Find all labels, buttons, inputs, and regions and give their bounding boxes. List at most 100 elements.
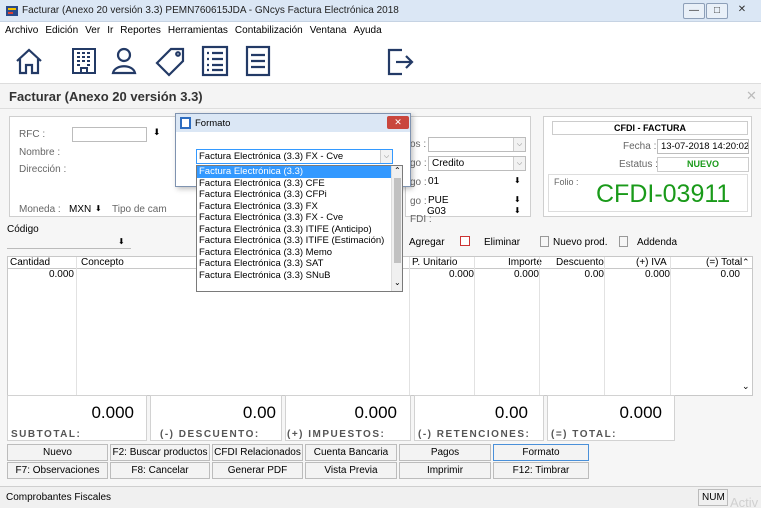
scroll-thumb[interactable]: [394, 178, 401, 263]
descuento-value: 0.00: [242, 403, 276, 422]
dialog-icon: [180, 117, 191, 129]
col-iva[interactable]: (+) IVA: [636, 257, 667, 268]
forma-pago-value[interactable]: 01: [428, 176, 439, 187]
pagos-button[interactable]: Pagos: [399, 444, 491, 461]
list-item[interactable]: Factura Electrónica (3.3): [197, 166, 402, 178]
cuenta-bancaria-button[interactable]: Cuenta Bancaria: [305, 444, 397, 461]
payment-row1-label: os :: [410, 139, 427, 150]
user-icon[interactable]: [106, 43, 142, 79]
list-item[interactable]: Factura Electrónica (3.3) FX - Cve: [197, 212, 402, 224]
moneda-value[interactable]: MXN: [69, 204, 91, 215]
minimize-button[interactable]: —: [683, 3, 705, 19]
close-window-button[interactable]: ✕: [729, 3, 755, 19]
subtotal-value: 0.000: [91, 403, 134, 422]
list-item[interactable]: Factura Electrónica (3.3) ITIFE (Estimac…: [197, 235, 402, 247]
payment-panel: os : ⌵ go : Credito ⌵ go : 01 ⬇ go : PUE …: [405, 116, 531, 225]
maximize-button[interactable]: □: [706, 3, 728, 19]
impuestos-value: 0.000: [354, 403, 397, 422]
codigo-input[interactable]: [7, 235, 131, 249]
menu-ir[interactable]: Ir: [107, 22, 113, 39]
home-icon[interactable]: [11, 43, 47, 79]
addenda-button[interactable]: Addenda: [637, 237, 677, 248]
eliminar-icon[interactable]: [460, 236, 470, 246]
tag-icon[interactable]: [153, 43, 189, 79]
vista-previa-button[interactable]: Vista Previa: [305, 462, 397, 479]
nuevo-button[interactable]: Nuevo: [7, 444, 108, 461]
uso-cfdi-dropdown-icon[interactable]: ⬇: [514, 206, 521, 215]
rfc-input[interactable]: [72, 127, 147, 142]
col-importe[interactable]: Importe: [508, 257, 542, 268]
menu-edicion[interactable]: Edición: [45, 22, 78, 39]
menu-reportes[interactable]: Reportes: [120, 22, 161, 39]
list-icon[interactable]: [197, 43, 233, 79]
metodo-select[interactable]: Credito ⌵: [428, 156, 526, 171]
building-icon[interactable]: [66, 43, 102, 79]
formato-selected-value: Factura Electrónica (3.3) FX - Cve: [199, 151, 344, 162]
menu-ayuda[interactable]: Ayuda: [353, 22, 381, 39]
subtotal-box: 0.000 SUBTOTAL:: [7, 395, 147, 441]
close-panel-icon[interactable]: ✕: [746, 88, 757, 104]
dialog-close-button[interactable]: ✕: [387, 116, 409, 129]
forma-pago-dropdown-icon[interactable]: ⬇: [514, 176, 521, 185]
nuevo-prod-button[interactable]: Nuevo prod.: [553, 237, 607, 248]
moneda-label: Moneda :: [19, 204, 61, 215]
menu-herramientas[interactable]: Herramientas: [168, 22, 228, 39]
scroll-up-icon[interactable]: ⌃: [394, 166, 401, 175]
generar-pdf-button[interactable]: Generar PDF: [212, 462, 303, 479]
col-descuento[interactable]: Descuento: [556, 257, 604, 268]
menu-ver[interactable]: Ver: [85, 22, 100, 39]
menu-ventana[interactable]: Ventana: [310, 22, 347, 39]
uso-cfdi-value[interactable]: G03: [427, 206, 446, 217]
direccion-label: Dirección :: [19, 164, 67, 175]
list-item[interactable]: Factura Electrónica (3.3) SNuB: [197, 270, 402, 282]
eliminar-button[interactable]: Eliminar: [484, 237, 520, 248]
list-item[interactable]: Factura Electrónica (3.3) Memo: [197, 247, 402, 259]
timbrar-button[interactable]: F12: Timbrar: [493, 462, 589, 479]
grid-scroll-down-icon[interactable]: ⌄: [742, 381, 750, 392]
formato-button[interactable]: Formato: [493, 444, 589, 461]
metodo-pago-dropdown-icon[interactable]: ⬇: [514, 195, 521, 204]
dropdown-scrollbar[interactable]: ⌃ ⌄: [391, 166, 402, 291]
menu-archivo[interactable]: Archivo: [5, 22, 38, 39]
chevron-down-icon[interactable]: ⌵: [380, 150, 392, 163]
payment-row4-label: go :: [410, 196, 427, 207]
payment-row1-select[interactable]: ⌵: [428, 137, 526, 152]
list-item[interactable]: Factura Electrónica (3.3) CFPi: [197, 189, 402, 201]
formato-select[interactable]: Factura Electrónica (3.3) FX - Cve ⌵: [196, 149, 393, 164]
imprimir-button[interactable]: Imprimir: [399, 462, 491, 479]
nuevo-prod-icon[interactable]: [540, 236, 549, 247]
buscar-productos-button[interactable]: F2: Buscar productos: [110, 444, 210, 461]
col-cantidad[interactable]: Cantidad: [10, 257, 50, 268]
scroll-down-icon[interactable]: ⌄: [394, 278, 401, 287]
moneda-dropdown-icon[interactable]: ⬇: [95, 204, 102, 213]
row-importe: 0.000: [513, 269, 539, 280]
document-icon[interactable]: [240, 43, 276, 79]
formato-dropdown-list[interactable]: Factura Electrónica (3.3) Factura Electr…: [196, 165, 403, 292]
agregar-button[interactable]: Agregar: [409, 237, 445, 248]
col-punitario[interactable]: P. Unitario: [412, 257, 457, 268]
addenda-icon[interactable]: [619, 236, 628, 247]
list-item[interactable]: Factura Electrónica (3.3) SAT: [197, 258, 402, 270]
grid-scroll-up-icon[interactable]: ⌃: [742, 257, 750, 268]
cancelar-button[interactable]: F8: Cancelar: [110, 462, 210, 479]
metodo-pago-value[interactable]: PUE: [428, 195, 449, 206]
observaciones-button[interactable]: F7: Observaciones: [7, 462, 108, 479]
codigo-dropdown-icon[interactable]: ⬇: [118, 237, 125, 246]
menu-bar: Archivo Edición Ver Ir Reportes Herramientas C…: [0, 22, 761, 39]
page-header: Facturar (Anexo 20 versión 3.3) ✕: [0, 83, 761, 109]
rfc-dropdown-icon[interactable]: ⬇: [153, 127, 161, 138]
list-item[interactable]: Factura Electrónica (3.3) CFE: [197, 178, 402, 190]
list-item[interactable]: Factura Electrónica (3.3) FX: [197, 201, 402, 213]
exit-icon[interactable]: [382, 43, 418, 79]
row-cantidad: 0.000: [48, 269, 74, 280]
cfdi-relacionados-button[interactable]: CFDI Relacionados: [212, 444, 303, 461]
col-total[interactable]: (=) Total: [706, 257, 742, 268]
status-bar: Comprobantes Fiscales NUM Activ: [0, 486, 761, 508]
col-concepto[interactable]: Concepto: [81, 257, 124, 268]
retenciones-box: 0.00 (-) RETENCIONES:: [414, 395, 544, 441]
list-item[interactable]: Factura Electrónica (3.3) ITIFE (Anticip…: [197, 224, 402, 236]
menu-contabilizacion[interactable]: Contabilización: [235, 22, 303, 39]
dialog-title: Formato: [195, 118, 231, 129]
toolbar: [0, 39, 761, 83]
row-iva: 0.000: [644, 269, 670, 280]
